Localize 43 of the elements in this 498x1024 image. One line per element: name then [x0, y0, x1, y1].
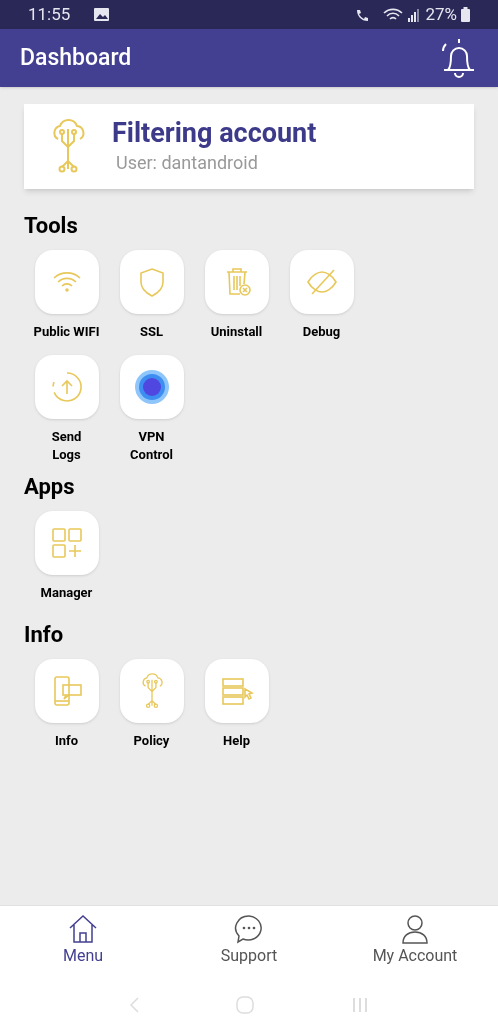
battery-icon — [461, 7, 470, 22]
tool-label: Debug — [302, 323, 341, 341]
tool-tile[interactable] — [119, 659, 184, 723]
chat-bubble-icon — [234, 914, 264, 944]
tool-label: Info — [54, 732, 79, 750]
person-icon — [400, 914, 430, 944]
signal-icon — [407, 7, 422, 22]
tool-tile[interactable] — [34, 355, 99, 419]
wifi-icon — [383, 7, 404, 22]
tool-tile[interactable] — [34, 511, 99, 575]
nav-tab[interactable]: My Account — [332, 906, 498, 985]
section-heading: Info — [24, 621, 65, 649]
tool-tile[interactable] — [119, 250, 184, 314]
tool-label: Manager — [40, 584, 93, 602]
tool-label: SSL — [139, 323, 163, 341]
account-card[interactable]: Filtering account User: dantandroid — [24, 104, 474, 189]
back-icon[interactable] — [128, 996, 139, 1013]
orb-icon — [133, 369, 170, 405]
tool-label: Public WIFI — [33, 323, 100, 341]
home-button-icon[interactable] — [236, 995, 254, 1014]
tool-label: Send Logs — [51, 428, 82, 464]
tool-tile[interactable] — [34, 250, 99, 314]
clock-time: 11:55 — [28, 2, 71, 26]
home-icon — [68, 914, 98, 944]
tool-tile[interactable] — [289, 250, 354, 314]
app-title: Dashboard — [20, 42, 132, 73]
tool-label: Help — [223, 732, 250, 750]
account-user: User: dantandroid — [116, 151, 259, 175]
tool-tile[interactable] — [119, 355, 184, 419]
account-title: Filtering account — [112, 117, 317, 149]
tool-label: Uninstall — [210, 323, 263, 341]
image-icon — [94, 8, 110, 21]
tool-tile[interactable] — [34, 659, 99, 723]
battery-percent: 27% — [425, 2, 457, 26]
tool-label: VPN Control — [130, 428, 173, 464]
section-heading: Tools — [24, 212, 79, 240]
nav-tab[interactable]: Menu — [0, 906, 166, 985]
tool-label: Policy — [133, 732, 170, 750]
recents-icon[interactable] — [351, 996, 370, 1013]
tool-tile[interactable] — [204, 659, 269, 723]
tool-tile[interactable] — [204, 250, 269, 314]
nav-tab[interactable]: Support — [166, 906, 332, 985]
section-heading: Apps — [24, 473, 76, 501]
